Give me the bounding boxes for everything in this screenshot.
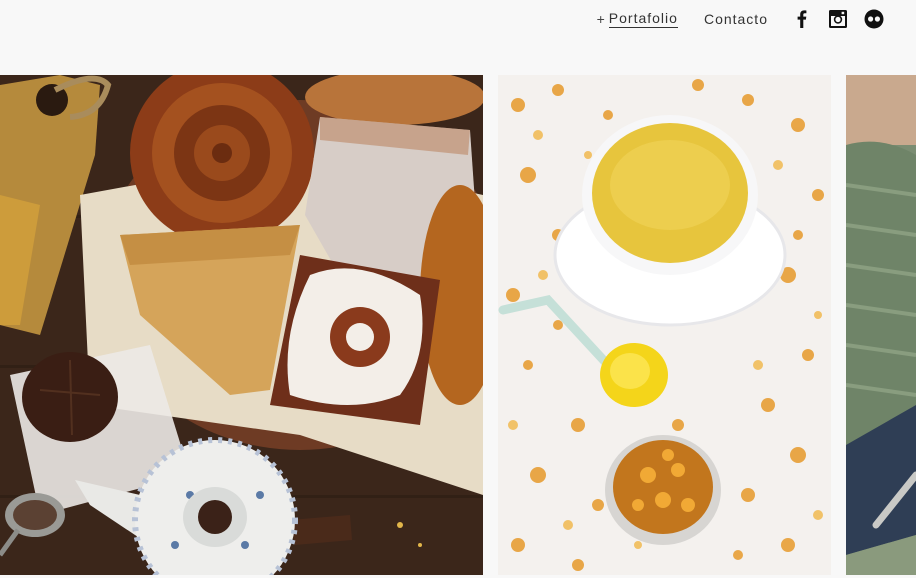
nav-plus-sign: + [596,11,605,27]
nav-link-contact[interactable]: Contacto [704,11,768,27]
pastries-and-teapot-photo[interactable] [0,75,483,575]
instagram-icon[interactable] [828,9,848,29]
calendula-tea-photo[interactable] [498,75,831,575]
main-nav: + Portafolio Contacto [597,8,884,30]
facebook-icon[interactable] [792,9,812,29]
header: + Portafolio Contacto [0,0,916,75]
nav-link-portfolio[interactable]: Portafolio [608,10,678,28]
photo-gallery [0,75,916,575]
social-links [792,9,884,29]
flickr-icon[interactable] [864,9,884,29]
woven-basket-photo[interactable] [846,75,916,575]
